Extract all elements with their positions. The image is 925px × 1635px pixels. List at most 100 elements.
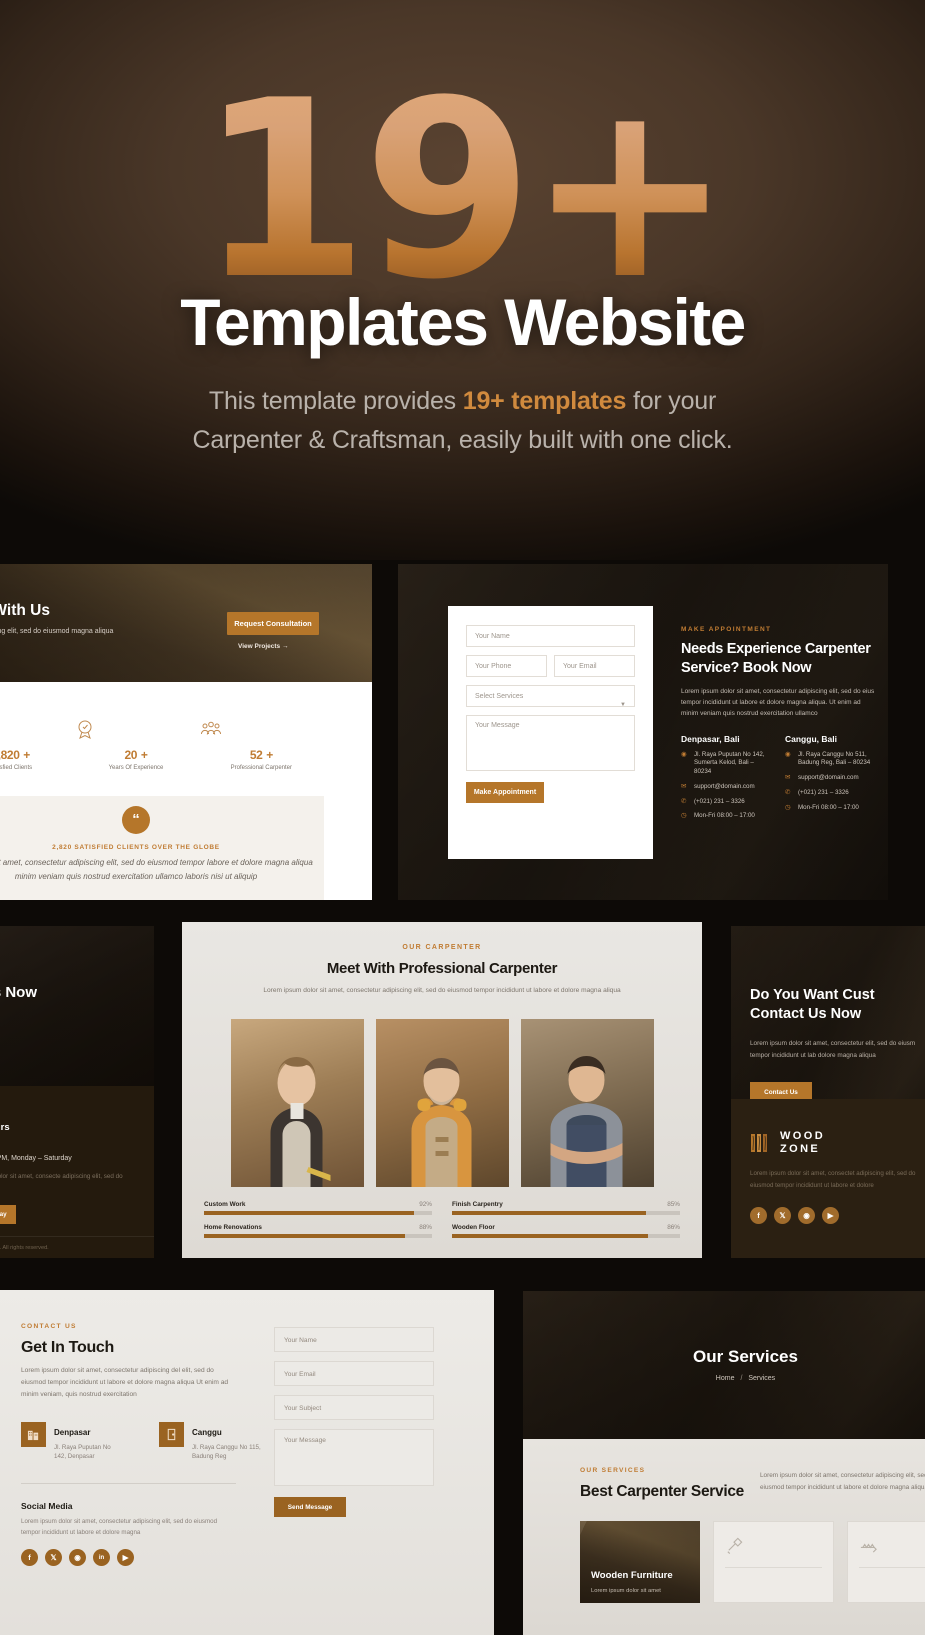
social-media-paragraph: Lorem ipsum dolor sit amet, consectetur …	[21, 1517, 218, 1536]
contact-form[interactable]: Your Name Your Email Your Subject Your M…	[274, 1327, 434, 1517]
skill-bar: Home Renovations 88%	[204, 1224, 432, 1238]
locations-list: Denpasar, Bali ◉ Jl. Raya Puputan No 142,…	[681, 734, 877, 827]
template-preview-appointment[interactable]: Your Name Your Phone Your Email Select S…	[398, 564, 888, 900]
team-icon	[199, 717, 324, 741]
instagram-icon[interactable]: ◉	[69, 1549, 86, 1567]
youtube-icon[interactable]: ▶	[117, 1549, 134, 1567]
breadcrumb-current: Services	[748, 1375, 776, 1382]
skill-bars: Custom Work 92% Home Renovations 88% Finis…	[204, 1201, 680, 1247]
x-twitter-icon[interactable]: 𝕏	[774, 1206, 791, 1224]
email-input[interactable]: Your Email	[554, 655, 635, 677]
team-member-photo[interactable]	[520, 1018, 654, 1187]
request-consultation-button[interactable]: Request Consultation	[227, 612, 319, 635]
services-select[interactable]: Select Services ▼	[466, 685, 635, 708]
work-with-us-heading: ork With Us	[0, 602, 50, 619]
message-textarea[interactable]: Your Message	[466, 715, 635, 771]
address-text-wrap: Canggu Jl. Raya Canggu No 115, Badung Re…	[192, 1422, 262, 1462]
breadcrumb-separator: /	[740, 1375, 743, 1382]
stats-bar: 2,820 + Satisfied Clients 20 + Years Of …	[0, 706, 324, 796]
copyright-text: Copyright © 2024. All rights reserved.	[0, 1236, 154, 1258]
contact-name-input[interactable]: Your Name	[274, 1327, 434, 1352]
envelope-icon: ✉	[785, 774, 791, 782]
stat-label: Professional Carpenter	[230, 765, 292, 771]
hero-sub-accent: 19+ templates	[462, 387, 627, 415]
team-member-photo[interactable]	[375, 1018, 509, 1187]
carpenter-paragraph: Lorem ipsum dolor sit amet, consectetur …	[263, 987, 621, 994]
skill-fill	[204, 1233, 405, 1238]
skill-track	[452, 1210, 680, 1215]
photo-overlay	[0, 926, 154, 1086]
phone-input[interactable]: Your Phone	[466, 655, 547, 677]
hero-title: Templates Website	[180, 285, 746, 359]
map-pin-icon: ◉	[681, 750, 687, 758]
location-name: Canggu, Bali	[785, 733, 837, 744]
hero-subtitle: This template provides 19+ templates for…	[113, 382, 813, 460]
contact-subject-input[interactable]: Your Subject	[274, 1395, 434, 1420]
skill-column-left: Custom Work 92% Home Renovations 88%	[204, 1201, 432, 1247]
linkedin-icon[interactable]: in	[93, 1549, 110, 1567]
quote-icon: “	[122, 806, 150, 834]
breadcrumb-home[interactable]: Home	[716, 1375, 735, 1382]
template-preview-our-services[interactable]: Our Services Home / Services OUR SERVICE…	[523, 1291, 925, 1635]
work-hours-row: ◷ 8 AM – 5 PM, Monday – Saturday	[0, 1155, 140, 1163]
address-item: Denpasar Jl. Raya Puputan No 142, Denpas…	[21, 1421, 124, 1462]
skill-name: Custom Work	[204, 1200, 246, 1208]
send-message-button[interactable]: Send Message	[274, 1497, 346, 1517]
stat-item: 52 + Professional Carpenter	[199, 706, 324, 796]
view-projects-link[interactable]: View Projects →	[238, 643, 288, 650]
instagram-icon[interactable]: ◉	[798, 1206, 815, 1224]
appointment-paragraph: Lorem ipsum dolor sit amet, consectetur …	[681, 687, 875, 718]
cta-heading-line1: Do You Want Cust	[750, 987, 875, 1003]
location-phone-row[interactable]: ✆ (+021) 231 – 3326	[681, 798, 771, 807]
appointment-form[interactable]: Your Name Your Phone Your Email Select S…	[448, 606, 653, 859]
divider	[21, 1482, 236, 1484]
service-card-placeholder[interactable]	[713, 1521, 835, 1603]
service-card[interactable]: Wooden Furniture Lorem ipsum dolor sit a…	[580, 1521, 701, 1603]
testimonial-text: um dolor sit amet, consectetur adipiscin…	[0, 858, 313, 882]
skill-name: Home Renovations	[204, 1223, 262, 1231]
services-page-title: Our Services	[693, 1347, 798, 1366]
location-email-row[interactable]: ✉ support@domain.com	[681, 783, 771, 792]
contact-email-input[interactable]: Your Email	[274, 1361, 434, 1386]
stat-value: 52 +	[249, 748, 273, 762]
globe-icon	[0, 717, 73, 741]
stat-item: 2,820 + Satisfied Clients	[0, 706, 73, 796]
logo-line1: WOOD	[780, 1130, 826, 1142]
make-appointment-button[interactable]: Make Appointment	[466, 782, 544, 803]
facebook-icon[interactable]: f	[21, 1549, 38, 1567]
work-with-us-paragraph: tur adipiscing elit, sed do eiusmod magn…	[0, 628, 114, 635]
template-preview-work-with-us[interactable]: ork With Us tur adipiscing elit, sed do …	[0, 564, 372, 900]
saw-icon	[859, 1536, 878, 1555]
award-badge-icon	[73, 717, 198, 741]
skill-fill	[452, 1233, 649, 1238]
skill-value: 88%	[419, 1223, 432, 1231]
service-card-placeholder[interactable]	[847, 1521, 925, 1603]
cta-footer: WOOD ZONE Lorem ipsum dolor sit amet, co…	[731, 1099, 925, 1258]
contact-message-textarea[interactable]: Your Message	[274, 1429, 434, 1486]
call-us-today-button[interactable]: Call Us Today	[0, 1205, 16, 1225]
name-input[interactable]: Your Name	[466, 625, 635, 647]
youtube-icon[interactable]: ▶	[822, 1206, 839, 1224]
facebook-icon[interactable]: f	[750, 1206, 767, 1224]
carpenter-overline: OUR CARPENTER	[402, 944, 482, 951]
team-member-photo[interactable]	[230, 1018, 364, 1187]
address-item: Canggu Jl. Raya Canggu No 115, Badung Re…	[159, 1421, 262, 1462]
template-preview-get-in-touch[interactable]: CONTACT US Get In Touch Lorem ipsum dolo…	[0, 1290, 494, 1635]
wood-zone-logo[interactable]: WOOD ZONE	[750, 1130, 925, 1156]
location-email-row[interactable]: ✉ support@domain.com	[785, 774, 875, 783]
wood-grain-icon	[750, 1132, 772, 1154]
contact-paragraph: Lorem ipsum dolor sit amet, consectetur …	[21, 1367, 229, 1399]
hammer-icon	[725, 1536, 744, 1555]
skill-value: 92%	[419, 1200, 432, 1208]
address-name: Denpasar	[54, 1427, 91, 1437]
divider	[859, 1567, 925, 1568]
template-preview-contact-now[interactable]: Us Now Work Hours ◷ 8 AM – 5 PM, Monday …	[0, 926, 154, 1258]
team-photo-grid	[182, 1018, 702, 1187]
x-twitter-icon[interactable]: 𝕏	[45, 1549, 62, 1567]
stat-value: 2,820 +	[0, 748, 30, 762]
location-phone-row[interactable]: ✆ (+021) 231 – 3326	[785, 789, 875, 798]
template-preview-our-carpenter[interactable]: OUR CARPENTER Meet With Professional Car…	[182, 922, 702, 1258]
map-pin-icon: ◉	[785, 750, 791, 758]
template-preview-cta-contact[interactable]: Do You Want Cust Contact Us Now Lorem ip…	[731, 926, 925, 1258]
skill-fill	[452, 1210, 646, 1215]
